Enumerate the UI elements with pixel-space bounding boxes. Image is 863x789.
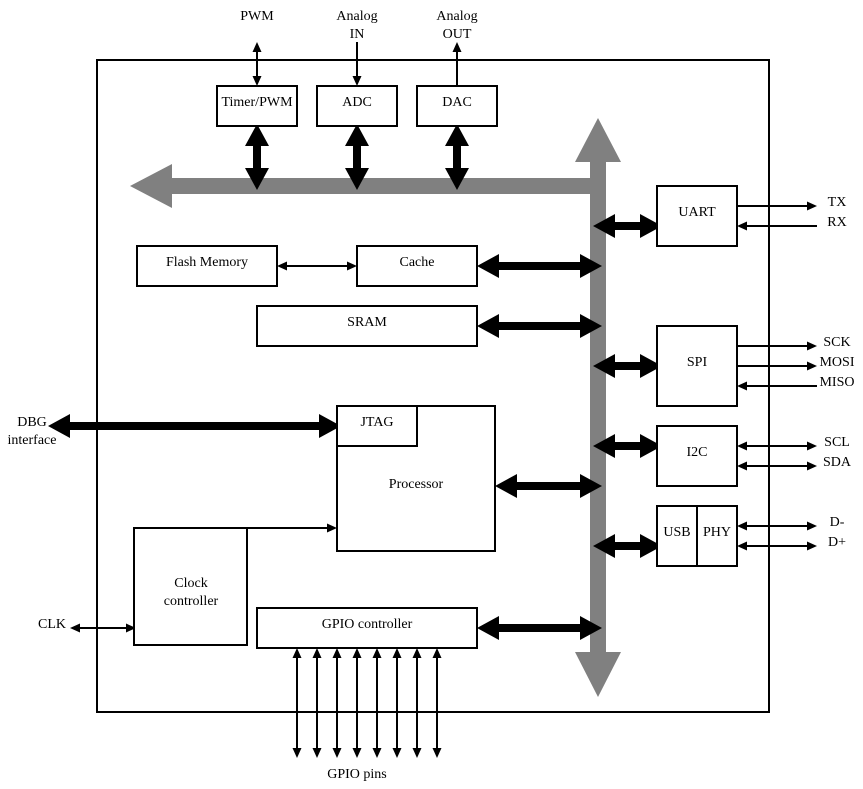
gpio-pins-label: GPIO pins <box>327 767 387 782</box>
clock-label-1: Clock <box>174 576 207 591</box>
dac-label: DAC <box>442 95 472 110</box>
scl-label: SCL <box>824 435 850 450</box>
analog-in-label-1: Analog <box>336 9 377 24</box>
clock-label-2: controller <box>164 594 219 609</box>
tx-label: TX <box>828 195 847 210</box>
processor-label: Processor <box>389 477 444 492</box>
dbg-label-2: interface <box>8 433 57 448</box>
analog-out-label-2: OUT <box>443 27 472 42</box>
clk-label: CLK <box>38 617 66 632</box>
jtag-label: JTAG <box>360 415 393 430</box>
flash-memory-label: Flash Memory <box>166 255 248 270</box>
usb-label: USB <box>663 525 690 540</box>
d-plus-label: D+ <box>828 535 846 550</box>
miso-label: MISO <box>819 375 854 390</box>
uart-label: UART <box>678 205 716 220</box>
i2c-label: I2C <box>687 445 708 460</box>
analog-out-label-1: Analog <box>436 9 477 24</box>
cache-label: Cache <box>400 255 435 270</box>
pwm-label: PWM <box>240 9 274 24</box>
mosi-label: MOSI <box>819 355 854 370</box>
d-minus-label: D- <box>830 515 845 530</box>
microcontroller-block-diagram: PWM Analog IN Analog OUT Timer/PWM ADC D… <box>8 9 855 782</box>
dbg-label-1: DBG <box>17 415 47 430</box>
sda-label: SDA <box>823 455 852 470</box>
analog-in-label-2: IN <box>350 27 365 42</box>
phy-label: PHY <box>703 525 731 540</box>
sck-label: SCK <box>823 335 850 350</box>
timer-pwm-label: Timer/PWM <box>221 95 293 110</box>
sram-label: SRAM <box>347 315 387 330</box>
rx-label: RX <box>827 215 846 230</box>
gpio-controller-label: GPIO controller <box>322 617 413 632</box>
adc-label: ADC <box>342 95 372 110</box>
spi-label: SPI <box>687 355 708 370</box>
